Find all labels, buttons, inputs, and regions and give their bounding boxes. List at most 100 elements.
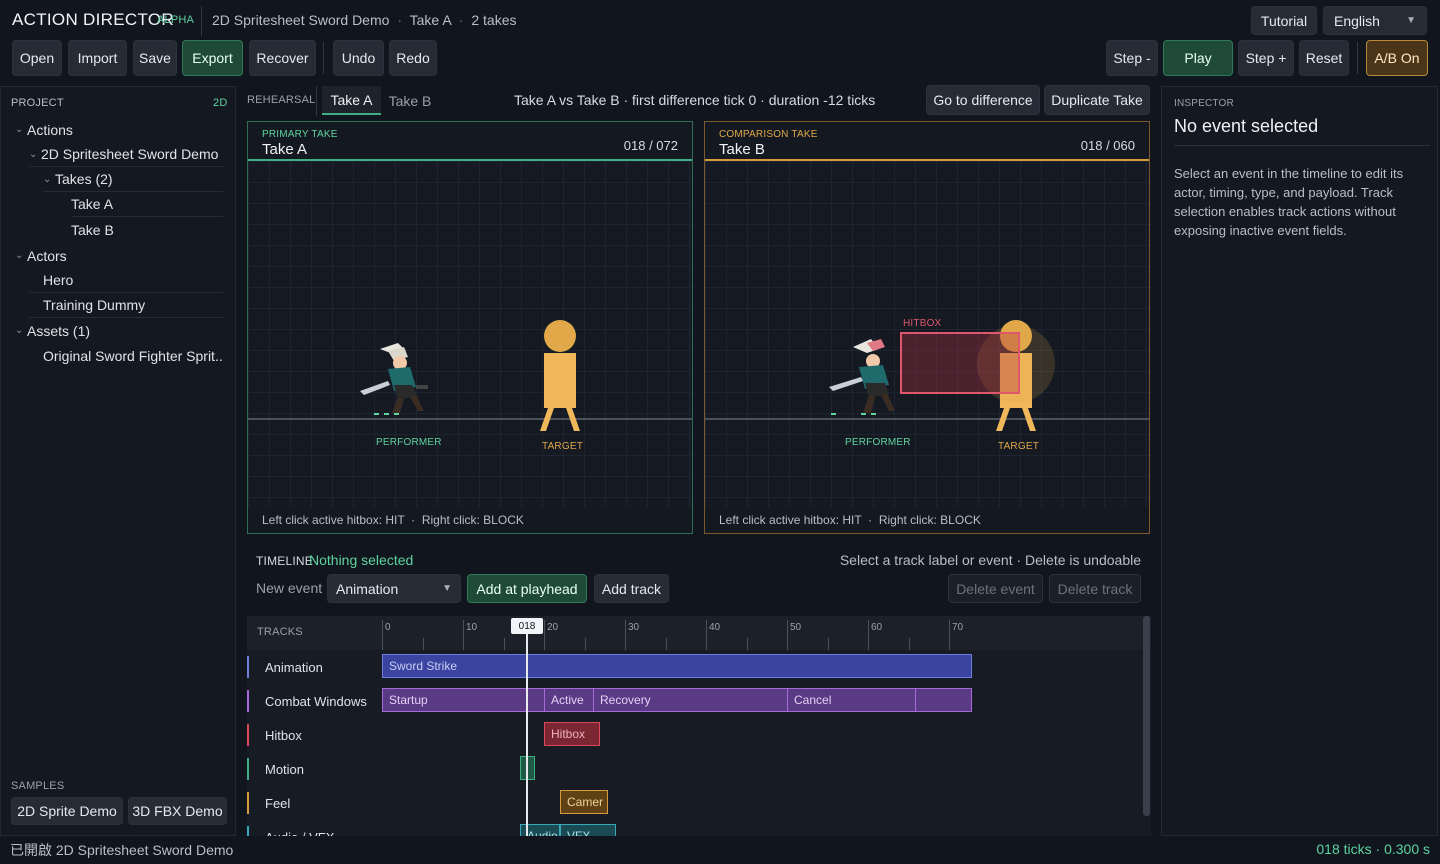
performer-label: PERFORMER (845, 437, 911, 448)
tab-take-b[interactable]: Take B (381, 86, 439, 115)
primary-stage[interactable]: PERFORMER TARGET (248, 161, 692, 507)
event-recovery[interactable]: Recovery (593, 688, 788, 712)
duplicate-take-button[interactable]: Duplicate Take (1044, 85, 1150, 115)
add-track-button[interactable]: Add track (594, 574, 669, 603)
tree-item-take-a[interactable]: Take A (71, 192, 223, 217)
event-cancel[interactable]: Cancel (787, 688, 916, 712)
new-event-type-select[interactable]: Animation ▼ (327, 574, 461, 603)
track-row-feel[interactable]: Feel (247, 788, 1143, 820)
export-button[interactable]: Export (182, 40, 243, 76)
tree-item-label: Take A (71, 196, 114, 212)
hitbox-overlay[interactable] (900, 332, 1020, 394)
comparison-summary: Take A vs Take B · first difference tick… (514, 92, 876, 108)
ab-toggle-button[interactable]: A/B On (1366, 40, 1428, 76)
ruler-tick (868, 620, 869, 650)
ruler-tick (463, 620, 464, 650)
go-to-difference-button[interactable]: Go to difference (926, 85, 1040, 115)
target-dummy[interactable] (536, 319, 584, 434)
comparison-take-name: Take B (719, 141, 765, 158)
event-vfx[interactable]: VFX (560, 824, 616, 836)
track-row-motion[interactable]: Motion (247, 754, 1143, 786)
track-label[interactable]: Motion (255, 754, 304, 784)
tree-item-actors[interactable]: ⌄ Actors (15, 243, 223, 268)
event-active[interactable]: Active (544, 688, 594, 712)
chevron-down-icon: ⌄ (43, 173, 52, 185)
ground-line (705, 418, 1149, 420)
event-startup[interactable]: Startup (382, 688, 545, 712)
tree-item-takes[interactable]: ⌄ Takes (2) (43, 167, 223, 192)
tree-item-assets[interactable]: ⌄ Assets (1) (15, 318, 223, 343)
open-button[interactable]: Open (12, 40, 62, 76)
timeline-panel[interactable]: TRACKS 0 10 20 30 40 50 60 70 Animation Combat … (247, 616, 1151, 836)
language-select[interactable]: English ▼ (1323, 6, 1427, 35)
alpha-badge: ALPHA (157, 14, 195, 26)
ruler-tick (787, 620, 788, 650)
delete-track-button[interactable]: Delete track (1049, 574, 1141, 603)
performer-sprite[interactable] (358, 341, 448, 417)
ruler-tick-label: 70 (952, 622, 964, 633)
chevron-down-icon: ⌄ (15, 325, 24, 336)
undo-button[interactable]: Undo (333, 40, 384, 76)
primary-viewport[interactable]: PRIMARY TAKE Take A 018 / 072 PERFORMER (247, 121, 693, 534)
timeline-ruler[interactable]: 0 10 20 30 40 50 60 70 (382, 616, 1142, 650)
tree-item-take-b[interactable]: Take B (71, 217, 223, 242)
track-row-hitbox[interactable]: Hitbox (247, 720, 1143, 752)
tree-item-sprite-asset[interactable]: Original Sword Fighter Sprit... (29, 343, 223, 368)
event-camera[interactable]: Camer (560, 790, 608, 814)
tree-item-label: Actors (27, 247, 67, 264)
comparison-stage[interactable]: PERFORMER HITBOX TARGET (705, 161, 1149, 507)
new-event-label: New event (256, 580, 323, 596)
sample-2d-button[interactable]: 2D Sprite Demo (11, 797, 123, 825)
track-label[interactable]: Audio / VFX (255, 822, 334, 837)
reset-button[interactable]: Reset (1299, 40, 1349, 76)
event-combat-window-tail[interactable] (915, 688, 972, 712)
comparison-hint: Left click active hitbox: HIT · Right cl… (719, 513, 981, 527)
chevron-down-icon: ▼ (442, 583, 452, 594)
event-hitbox[interactable]: Hitbox (544, 722, 600, 746)
track-label[interactable]: Combat Windows (255, 686, 367, 716)
recover-button[interactable]: Recover (249, 40, 316, 76)
ruler-tick-label: 60 (871, 622, 883, 633)
event-sword-strike[interactable]: Sword Strike (382, 654, 972, 678)
add-at-playhead-button[interactable]: Add at playhead (467, 574, 587, 603)
delete-event-button[interactable]: Delete event (948, 574, 1043, 603)
tree-item-label: Assets (1) (27, 322, 91, 339)
timeline-selection-status: Nothing selected (309, 552, 414, 568)
step-back-button[interactable]: Step - (1106, 40, 1158, 76)
breadcrumb: 2D Spritesheet Sword Demo · Take A · 2 t… (212, 12, 516, 28)
playhead-line[interactable] (526, 634, 528, 836)
tree-item-label: Takes (2) (55, 171, 113, 187)
comparison-viewport[interactable]: COMPARISON TAKE Take B 018 / 060 PERFORM… (704, 121, 1150, 534)
tree-item-training-dummy[interactable]: Training Dummy (29, 293, 223, 318)
inspector-body: Select an event in the timeline to edit … (1174, 166, 1404, 238)
chevron-down-icon: ⌄ (29, 148, 38, 160)
ruler-tick-label: 30 (628, 622, 640, 633)
breadcrumb-separator: · (397, 12, 402, 28)
ruler-tick (949, 620, 950, 650)
status-right: 018 ticks · 0.300 s (1316, 841, 1430, 857)
breadcrumb-take: Take A (409, 12, 451, 28)
tree-item-hero[interactable]: Hero (29, 268, 223, 293)
ruler-tick (625, 620, 626, 650)
tree-item-actions[interactable]: ⌄ Actions (15, 117, 223, 142)
timeline-scrollbar[interactable] (1143, 616, 1150, 816)
ruler-tick (382, 620, 383, 650)
import-button[interactable]: Import (68, 40, 127, 76)
sample-3d-button[interactable]: 3D FBX Demo (128, 797, 227, 825)
tab-take-a[interactable]: Take A (322, 86, 381, 115)
track-row-audio-vfx[interactable]: Audio / VFX (247, 822, 1143, 836)
redo-button[interactable]: Redo (389, 40, 437, 76)
track-label[interactable]: Animation (255, 652, 323, 682)
tutorial-button[interactable]: Tutorial (1251, 6, 1317, 35)
tree-item-action-demo[interactable]: ⌄ 2D Spritesheet Sword Demo (29, 142, 223, 167)
play-button[interactable]: Play (1163, 40, 1233, 76)
track-label[interactable]: Hitbox (255, 720, 302, 750)
performer-label: PERFORMER (376, 437, 442, 448)
track-label[interactable]: Feel (255, 788, 290, 818)
language-value: English (1334, 12, 1380, 29)
project-sidebar: PROJECT 2D ⌄ Actions ⌄ 2D Spritesheet Swor… (0, 86, 236, 836)
inspector-title: INSPECTOR (1174, 98, 1234, 109)
playhead-marker[interactable]: 018 (511, 618, 543, 634)
save-button[interactable]: Save (133, 40, 177, 76)
step-forward-button[interactable]: Step + (1238, 40, 1294, 76)
